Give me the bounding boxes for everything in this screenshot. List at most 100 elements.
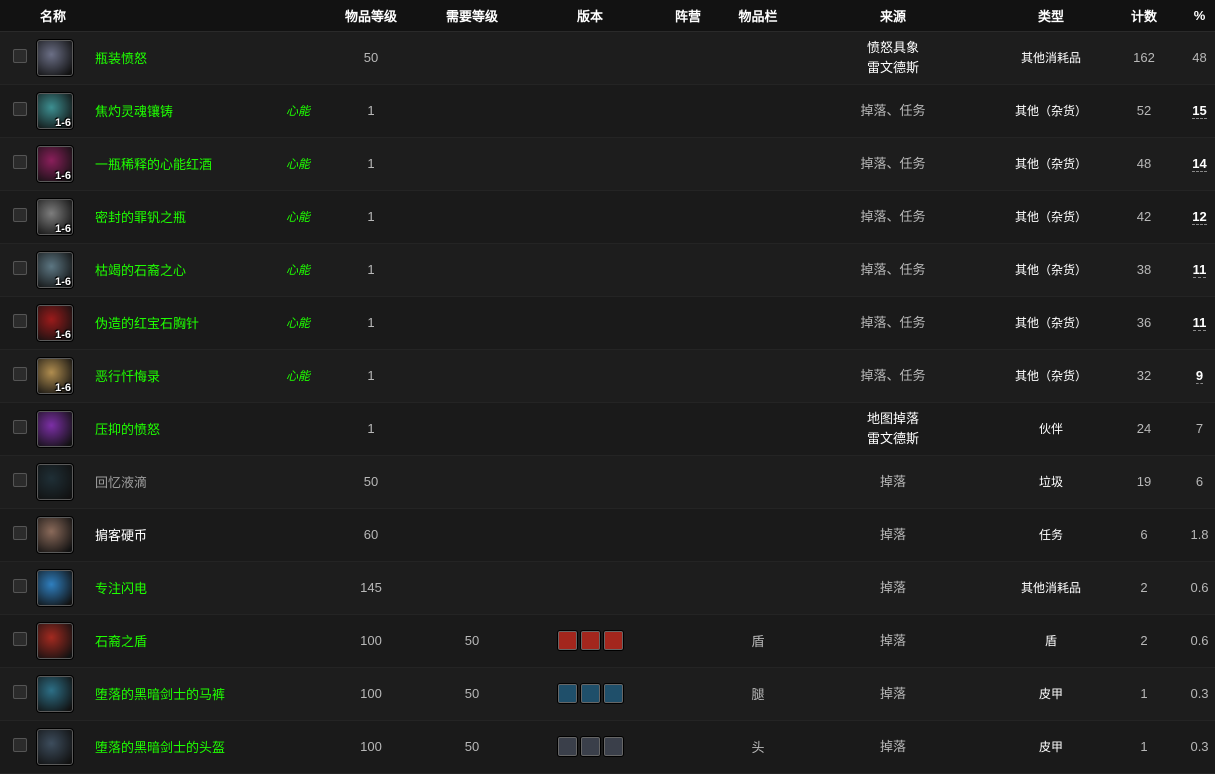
lightning-icon[interactable]: [36, 568, 74, 607]
item-name-link[interactable]: 压抑的愤怒: [95, 422, 160, 437]
item-name-link[interactable]: 掮客硬币: [95, 528, 147, 543]
source-zone[interactable]: 雷文德斯: [788, 429, 998, 449]
version-icon[interactable]: [579, 736, 601, 757]
source-zone[interactable]: 雷文德斯: [788, 58, 998, 78]
row-checkbox[interactable]: [13, 632, 27, 646]
sealed-flask-icon[interactable]: 1-6: [36, 197, 74, 236]
table-row[interactable]: 1-6 枯竭的石裔之心 心能 1 掉落、任务 其他（杂货） 38 11: [0, 243, 1215, 296]
item-name-link[interactable]: 回忆液滴: [95, 475, 147, 490]
table-row[interactable]: 1-6 伪造的红宝石胸针 心能 1 掉落、任务 其他（杂货） 36 11: [0, 296, 1215, 349]
row-checkbox[interactable]: [13, 367, 27, 381]
bottle-icon[interactable]: [36, 38, 74, 77]
coin-icon[interactable]: [36, 515, 74, 554]
item-name-link[interactable]: 密封的罪钒之瓶: [95, 210, 186, 225]
table-row[interactable]: 堕落的黑暗剑士的头盔 100 50 头 掉落 皮甲 1 0.3: [0, 720, 1215, 773]
percent-value[interactable]: 11: [1192, 262, 1207, 278]
table-row[interactable]: 瓶装愤怒 50 愤怒具象 雷文德斯 其他消耗品 162 48: [0, 31, 1215, 84]
item-name-link[interactable]: 专注闪电: [95, 581, 147, 596]
column-header-type[interactable]: 类型: [998, 0, 1105, 32]
row-checkbox[interactable]: [13, 526, 27, 540]
percent-value[interactable]: 11: [1192, 315, 1207, 331]
column-header-name[interactable]: 名称: [36, 0, 331, 32]
column-header-faction[interactable]: 阵营: [648, 0, 729, 32]
percent-value[interactable]: 9: [1195, 368, 1204, 384]
percent-value[interactable]: 12: [1192, 209, 1207, 225]
version-icon[interactable]: [602, 736, 624, 757]
row-checkbox[interactable]: [13, 579, 27, 593]
row-checkbox[interactable]: [13, 102, 27, 116]
version-icon[interactable]: [556, 683, 578, 704]
droplet-icon[interactable]: [36, 462, 74, 501]
row-checkbox[interactable]: [13, 738, 27, 752]
column-header-count[interactable]: 计数: [1104, 0, 1185, 32]
version-icon[interactable]: [556, 736, 578, 757]
row-checkbox[interactable]: [13, 314, 27, 328]
count-cell: 52: [1136, 103, 1152, 118]
required-level: [412, 31, 532, 84]
soul-cast-icon[interactable]: 1-6: [36, 91, 74, 130]
item-level: 1: [367, 156, 375, 171]
table-row[interactable]: 堕落的黑暗剑士的马裤 100 50 腿 掉落 皮甲 1 0.3: [0, 667, 1215, 720]
table-row[interactable]: 1-6 密封的罪钒之瓶 心能 1 掉落、任务 其他（杂货） 42 12: [0, 190, 1215, 243]
count-cell: 19: [1136, 474, 1152, 489]
item-name-link[interactable]: 伪造的红宝石胸针: [95, 316, 199, 331]
source-text: 愤怒具象: [867, 39, 920, 55]
row-checkbox[interactable]: [13, 685, 27, 699]
table-row[interactable]: 压抑的愤怒 1 地图掉落 雷文德斯 伙伴 24 7: [0, 402, 1215, 455]
item-name-link[interactable]: 石裔之盾: [95, 634, 147, 649]
item-name-link[interactable]: 堕落的黑暗剑士的头盔: [95, 740, 225, 755]
version-cell: [532, 720, 648, 773]
wine-bottle-icon[interactable]: 1-6: [36, 144, 74, 183]
column-header-version[interactable]: 版本: [532, 0, 649, 32]
version-icon[interactable]: [579, 630, 601, 651]
item-name-link[interactable]: 焦灼灵魂镶铸: [95, 104, 173, 119]
row-checkbox[interactable]: [13, 208, 27, 222]
percent-value[interactable]: 15: [1192, 103, 1207, 119]
table-row[interactable]: 1-6 恶行忏悔录 心能 1 掉落、任务 其他（杂货） 32 9: [0, 349, 1215, 402]
column-header-slot[interactable]: 物品栏: [728, 0, 789, 32]
version-icon[interactable]: [602, 683, 624, 704]
source-cell: 掉落、任务: [788, 296, 998, 349]
table-row[interactable]: 1-6 一瓶稀释的心能红酒 心能 1 掉落、任务 其他（杂货） 48 14: [0, 137, 1215, 190]
row-checkbox[interactable]: [13, 261, 27, 275]
table-row[interactable]: 掮客硬币 60 掉落 任务 6 1.8: [0, 508, 1215, 561]
count-cell: 32: [1136, 368, 1152, 383]
item-name-link[interactable]: 瓶装愤怒: [95, 51, 147, 66]
version-icon[interactable]: [602, 630, 624, 651]
column-header-percent[interactable]: %: [1184, 0, 1215, 32]
stack-count: 1-6: [55, 116, 71, 129]
row-checkbox[interactable]: [13, 420, 27, 434]
version-icon[interactable]: [579, 683, 601, 704]
item-name-link[interactable]: 堕落的黑暗剑士的马裤: [95, 687, 225, 702]
table-row[interactable]: 回忆液滴 50 掉落 垃圾 19 6: [0, 455, 1215, 508]
stone-heart-icon[interactable]: 1-6: [36, 250, 74, 289]
row-checkbox[interactable]: [13, 49, 27, 63]
count-cell: 2: [1140, 580, 1148, 595]
row-checkbox[interactable]: [13, 155, 27, 169]
table-row[interactable]: 1-6 焦灼灵魂镶铸 心能 1 掉落、任务 其他（杂货） 52 15: [0, 84, 1215, 137]
table-row[interactable]: 专注闪电 145 掉落 其他消耗品 2 0.6: [0, 561, 1215, 614]
item-name-link[interactable]: 枯竭的石裔之心: [95, 263, 186, 278]
source-text: 掉落、任务: [860, 314, 926, 330]
percent-value[interactable]: 14: [1192, 156, 1207, 172]
column-header-req-level[interactable]: 需要等级: [412, 0, 533, 32]
item-name-link[interactable]: 恶行忏悔录: [95, 369, 160, 384]
ruby-brooch-icon[interactable]: 1-6: [36, 303, 74, 342]
table-row[interactable]: 石裔之盾 100 50 盾 掉落 盾 2 0.6: [0, 614, 1215, 667]
row-checkbox[interactable]: [13, 473, 27, 487]
pants-icon[interactable]: [36, 674, 74, 713]
source-cell: 掉落: [788, 508, 998, 561]
item-name-link[interactable]: 一瓶稀释的心能红酒: [95, 157, 212, 172]
shield-icon[interactable]: [36, 621, 74, 660]
item-level: 100: [360, 686, 382, 701]
helm-icon[interactable]: [36, 727, 74, 766]
column-header-item-level[interactable]: 物品等级: [330, 0, 413, 32]
source-cell: 掉落、任务: [788, 137, 998, 190]
scroll-icon[interactable]: 1-6: [36, 356, 74, 395]
column-header-source[interactable]: 来源: [788, 0, 999, 32]
stack-count: 1-6: [55, 381, 71, 394]
version-icon[interactable]: [556, 630, 578, 651]
loot-table: 名称 物品等级 需要等级 版本 阵营 物品栏 来源 类型 计数 % 瓶装愤怒 50…: [0, 0, 1215, 774]
purple-potion-icon[interactable]: [36, 409, 74, 448]
type-cell: 其他消耗品: [1021, 51, 1082, 65]
